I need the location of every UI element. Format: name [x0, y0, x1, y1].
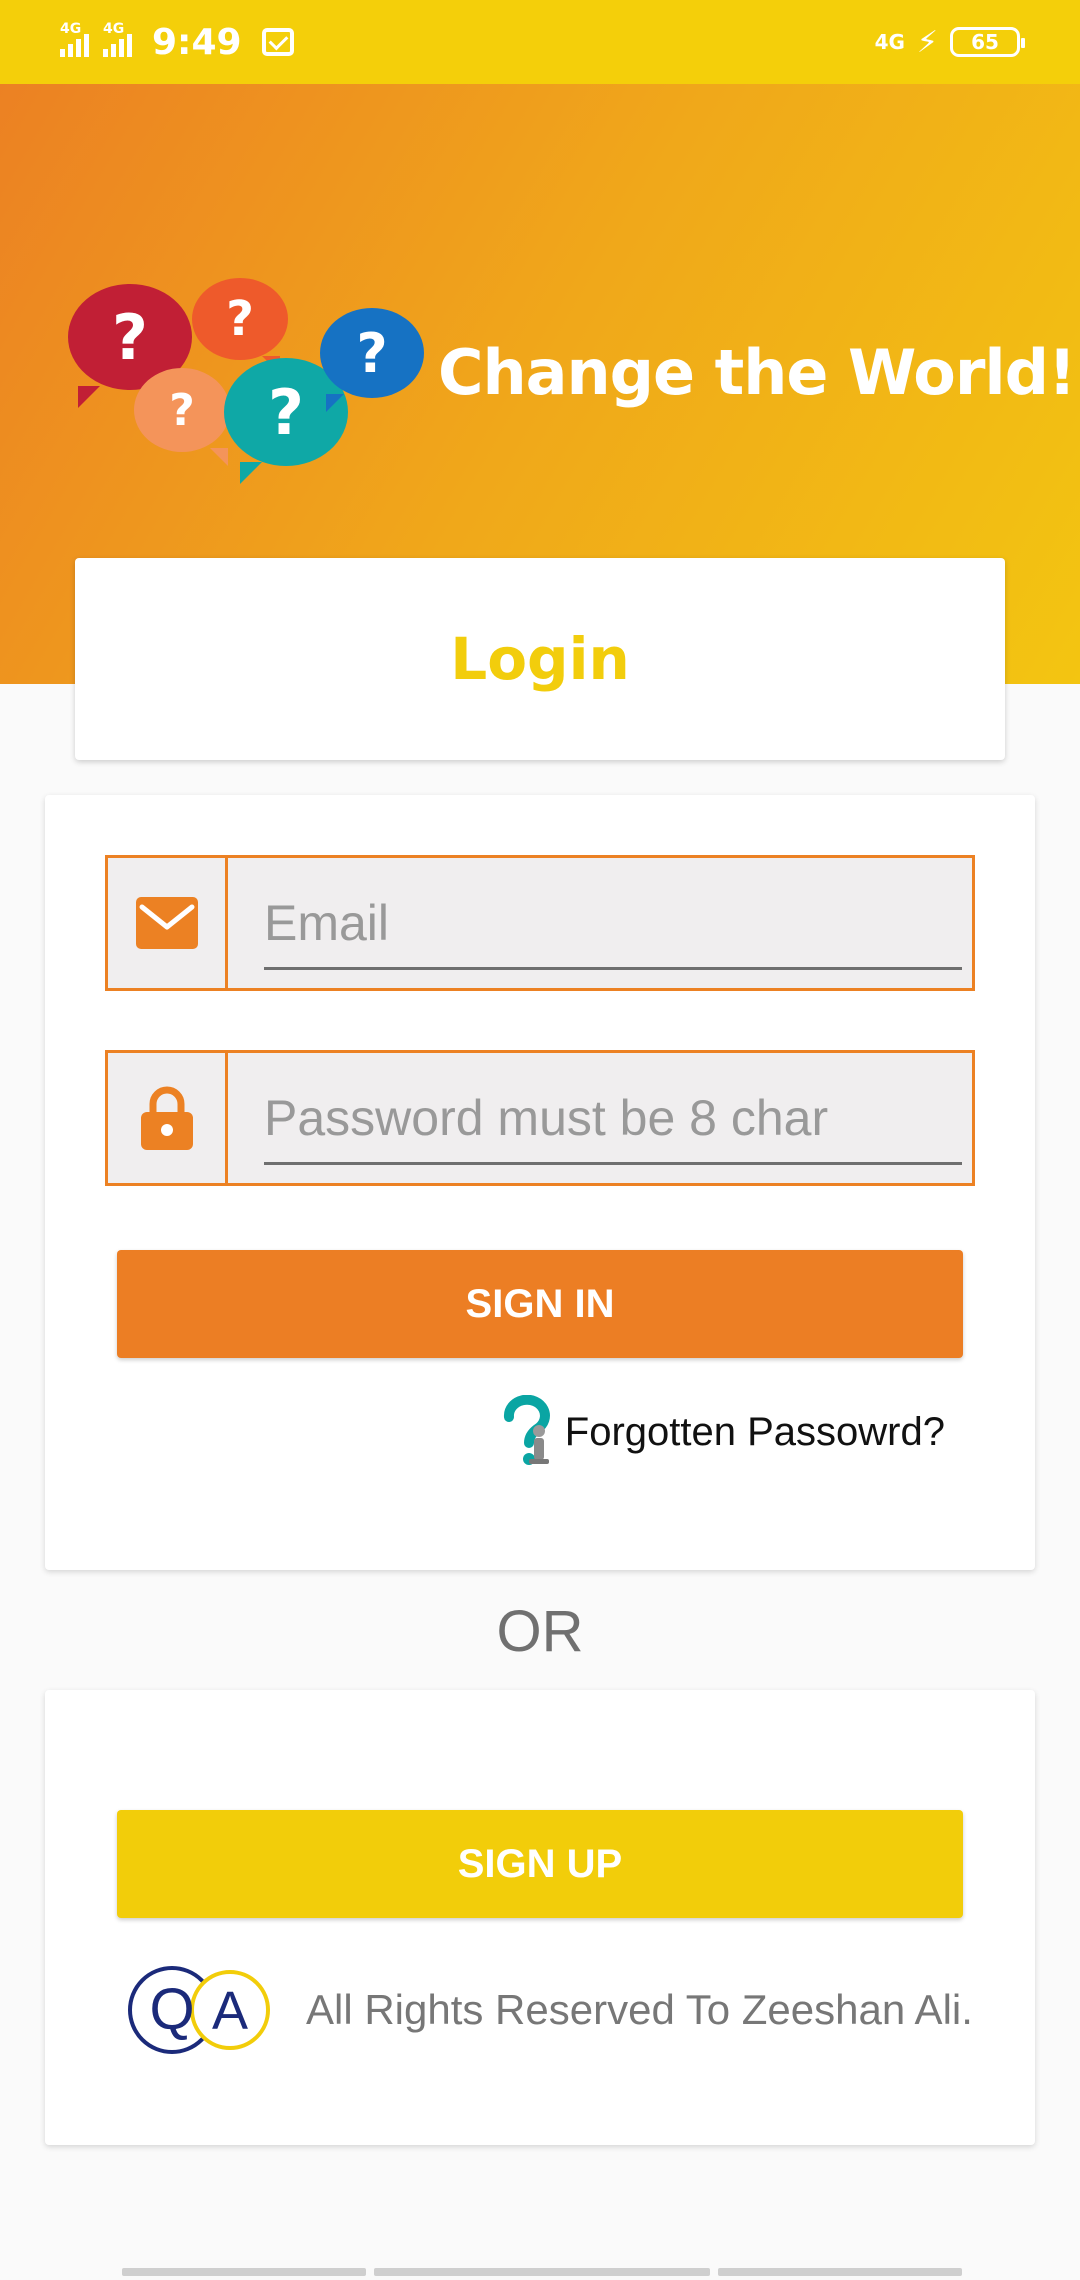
copyright-text: All Rights Reserved To Zeeshan Ali.: [306, 1986, 973, 2033]
password-field-group: [105, 1050, 975, 1186]
network-type-1: 4G: [60, 21, 82, 37]
status-bar: 4G 4G 9:49 4G ⚡ 65: [0, 0, 1080, 84]
lock-icon: [108, 1053, 228, 1183]
envelope-icon: [108, 858, 228, 988]
login-title-card: Login: [75, 558, 1005, 760]
or-separator: OR: [496, 1599, 584, 1664]
bubble-glyph: ?: [226, 291, 254, 347]
nav-segment: [122, 2268, 366, 2276]
bubble-glyph: ?: [268, 375, 304, 449]
question-bubble-icon: ?: [134, 368, 230, 466]
question-bubbles-logo: ? ? ? ? ?: [68, 278, 428, 488]
email-input[interactable]: [264, 878, 962, 970]
svg-text:A: A: [212, 1981, 248, 2041]
headline: Change the World!: [438, 336, 1076, 409]
signal-2-icon: 4G: [103, 21, 132, 57]
email-field-group: [105, 855, 975, 991]
bubble-glyph: ?: [112, 300, 148, 374]
status-left: 4G 4G 9:49: [60, 21, 294, 63]
signup-card: SIGN UP Q A All Rights Reserved To Zeesh…: [45, 1690, 1035, 2145]
network-type-2: 4G: [103, 21, 125, 37]
status-time: 9:49: [152, 21, 242, 63]
status-right: 4G ⚡ 65: [874, 24, 1025, 60]
network-type-right: 4G: [874, 30, 905, 54]
battery-icon: 65: [950, 27, 1025, 57]
question-person-icon: [499, 1394, 555, 1469]
signal-1-icon: 4G: [60, 21, 89, 57]
question-bubble-icon: ?: [192, 278, 288, 374]
page-title: Login: [450, 625, 630, 693]
sign-up-button[interactable]: SIGN UP: [117, 1810, 963, 1918]
qa-logo: Q A: [120, 1965, 276, 2055]
notification-mail-icon: [261, 28, 294, 56]
system-nav-bar: [0, 2268, 1080, 2280]
nav-segment: [718, 2268, 962, 2276]
password-input[interactable]: [264, 1073, 962, 1165]
question-bubble-icon: ?: [320, 308, 424, 412]
charging-icon: ⚡: [916, 24, 938, 60]
footer-row: Q A All Rights Reserved To Zeeshan Ali.: [120, 1965, 973, 2055]
nav-segment: [374, 2268, 710, 2276]
forgot-password-link[interactable]: Forgotten Passowrd?: [499, 1394, 945, 1469]
battery-level: 65: [971, 30, 999, 54]
bubble-glyph: ?: [169, 384, 195, 436]
email-input-wrapper: [228, 858, 972, 988]
password-input-wrapper: [228, 1053, 972, 1183]
bubble-glyph: ?: [356, 321, 388, 385]
login-form-card: SIGN IN Forgotten Passowrd?: [45, 795, 1035, 1570]
forgot-password-label: Forgotten Passowrd?: [564, 1409, 945, 1454]
svg-text:Q: Q: [149, 1977, 194, 2042]
sign-in-button[interactable]: SIGN IN: [117, 1250, 963, 1358]
